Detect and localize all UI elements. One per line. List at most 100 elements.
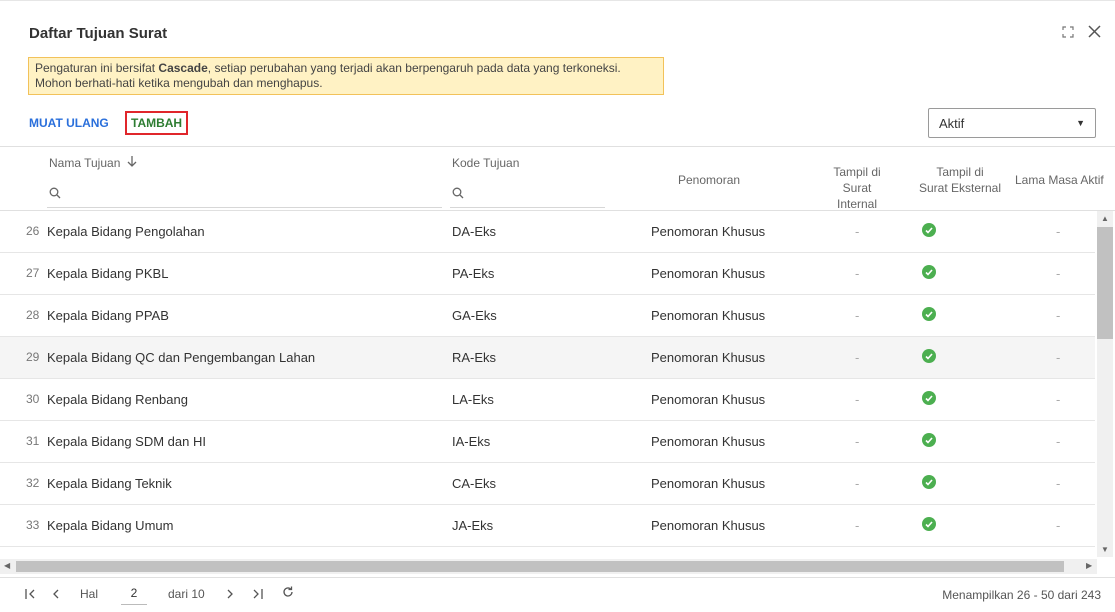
check-circle-icon xyxy=(922,433,936,447)
warning-text-post: , setiap perubahan yang terjadi akan ber… xyxy=(207,61,621,75)
table-row[interactable]: 27 Kepala Bidang PKBL PA-Eks Penomoran K… xyxy=(0,253,1095,295)
row-number: 26 xyxy=(26,224,40,238)
row-duration: - xyxy=(1056,392,1061,407)
row-code: CA-Eks xyxy=(452,476,497,491)
cascade-warning: Pengaturan ini bersifat Cascade, setiap … xyxy=(28,57,664,95)
row-internal: - xyxy=(855,224,860,239)
search-icon xyxy=(49,187,61,202)
first-page-icon[interactable] xyxy=(25,588,35,602)
page-number-input[interactable]: 2 xyxy=(121,582,147,605)
name-filter-input[interactable] xyxy=(47,180,442,208)
row-internal: - xyxy=(855,476,860,491)
check-circle-icon xyxy=(922,223,936,237)
row-duration: - xyxy=(1056,350,1061,365)
column-duration-header[interactable]: Lama Masa Aktif xyxy=(1015,173,1104,187)
close-icon[interactable] xyxy=(1088,25,1101,43)
horizontal-scroll-thumb[interactable] xyxy=(16,561,1064,572)
row-name: Kepala Bidang PPAB xyxy=(47,308,169,323)
check-circle-icon xyxy=(922,349,936,363)
pagination-summary: Menampilkan 26 - 50 dari 243 xyxy=(942,588,1101,602)
row-name: Kepala Bidang SDM dan HI xyxy=(47,434,206,449)
table-header: Nama Tujuan Kode Tujuan Penomoran Tampil… xyxy=(0,146,1115,211)
scroll-right-icon[interactable]: ▶ xyxy=(1086,561,1092,570)
pagination-bar: Hal 2 dari 10 Menampilkan 26 - 50 dari 2… xyxy=(0,577,1115,612)
row-duration: - xyxy=(1056,434,1061,449)
table-row[interactable]: 28 Kepala Bidang PPAB GA-Eks Penomoran K… xyxy=(0,295,1095,337)
row-internal: - xyxy=(855,266,860,281)
status-select[interactable]: Aktif ▼ xyxy=(928,108,1096,138)
row-numbering: Penomoran Khusus xyxy=(651,308,766,323)
window-controls xyxy=(1062,25,1101,43)
next-page-icon[interactable] xyxy=(226,588,234,602)
column-external-label-1: Tampil di xyxy=(936,165,984,179)
row-code: LA-Eks xyxy=(452,392,494,407)
column-external-header[interactable]: Tampil di Surat Eksternal xyxy=(910,164,1010,196)
column-internal-header[interactable]: Tampil di Surat Internal xyxy=(822,164,892,212)
row-internal: - xyxy=(855,392,860,407)
last-page-icon[interactable] xyxy=(253,588,263,602)
column-internal-label-1: Tampil di xyxy=(833,165,881,179)
row-name: Kepala Bidang PKBL xyxy=(47,266,169,281)
vertical-scroll-thumb[interactable] xyxy=(1097,227,1113,339)
code-filter-input[interactable] xyxy=(450,180,605,208)
reload-button[interactable]: MUAT ULANG xyxy=(29,116,109,130)
row-name: Kepala Bidang Umum xyxy=(47,518,174,533)
prev-page-icon[interactable] xyxy=(52,588,60,602)
warning-text-line2: Mohon berhati-hati ketika mengubah dan m… xyxy=(35,76,323,90)
table-row[interactable]: 32 Kepala Bidang Teknik CA-Eks Penomoran… xyxy=(0,463,1095,505)
row-code: PA-Eks xyxy=(452,266,495,281)
row-numbering: Penomoran Khusus xyxy=(651,350,766,365)
row-internal: - xyxy=(855,308,860,323)
row-numbering: Penomoran Khusus xyxy=(651,518,766,533)
check-circle-icon xyxy=(922,475,936,489)
row-duration: - xyxy=(1056,308,1061,323)
row-number: 27 xyxy=(26,266,40,280)
row-numbering: Penomoran Khusus xyxy=(651,266,766,281)
scroll-down-icon[interactable]: ▼ xyxy=(1101,545,1109,554)
row-number: 29 xyxy=(26,350,40,364)
caret-down-icon: ▼ xyxy=(1076,118,1085,128)
table-row[interactable]: 33 Kepala Bidang Umum JA-Eks Penomoran K… xyxy=(0,505,1095,547)
row-code: IA-Eks xyxy=(452,434,491,449)
check-circle-icon xyxy=(922,265,936,279)
row-number: 31 xyxy=(26,434,40,448)
row-number: 32 xyxy=(26,476,40,490)
row-internal: - xyxy=(855,434,860,449)
check-circle-icon xyxy=(922,517,936,531)
row-number: 30 xyxy=(26,392,40,406)
column-name-label: Nama Tujuan xyxy=(49,156,121,170)
scroll-left-icon[interactable]: ◀ xyxy=(4,561,10,570)
row-code: GA-Eks xyxy=(452,308,497,323)
warning-text-pre: Pengaturan ini bersifat xyxy=(35,61,159,75)
row-numbering: Penomoran Khusus xyxy=(651,224,766,239)
vertical-scrollbar[interactable]: ▲ ▼ xyxy=(1097,211,1113,557)
warning-text-bold: Cascade xyxy=(158,61,208,75)
tujuan-surat-dialog: Daftar Tujuan Surat Pengaturan ini bersi… xyxy=(0,0,1115,610)
table-row[interactable]: 29 Kepala Bidang QC dan Pengembangan Lah… xyxy=(0,337,1095,379)
dialog-title: Daftar Tujuan Surat xyxy=(29,25,168,42)
column-numbering-header[interactable]: Penomoran xyxy=(678,173,740,187)
status-select-value: Aktif xyxy=(939,116,965,131)
refresh-icon[interactable] xyxy=(282,586,294,601)
row-duration: - xyxy=(1056,266,1061,281)
column-name-header[interactable]: Nama Tujuan xyxy=(49,156,137,170)
row-numbering: Penomoran Khusus xyxy=(651,392,766,407)
column-external-label-2: Surat Eksternal xyxy=(918,181,1002,195)
horizontal-scrollbar[interactable]: ◀ ▶ xyxy=(0,559,1097,574)
row-numbering: Penomoran Khusus xyxy=(651,476,766,491)
table-row[interactable]: 31 Kepala Bidang SDM dan HI IA-Eks Penom… xyxy=(0,421,1095,463)
column-code-header[interactable]: Kode Tujuan xyxy=(452,156,519,170)
row-code: RA-Eks xyxy=(452,350,497,365)
row-duration: - xyxy=(1056,224,1061,239)
fullscreen-icon[interactable] xyxy=(1062,25,1074,43)
row-internal: - xyxy=(855,518,860,533)
table-row[interactable]: 26 Kepala Bidang Pengolahan DA-Eks Penom… xyxy=(0,211,1095,253)
scroll-up-icon[interactable]: ▲ xyxy=(1101,214,1109,223)
page-total-label: dari 10 xyxy=(168,587,205,601)
add-button[interactable]: TAMBAH xyxy=(125,111,189,135)
row-name: Kepala Bidang Pengolahan xyxy=(47,224,205,239)
row-name: Kepala Bidang QC dan Pengembangan Lahan xyxy=(47,350,316,365)
row-duration: - xyxy=(1056,476,1061,491)
table-row[interactable]: 30 Kepala Bidang Renbang LA-Eks Penomora… xyxy=(0,379,1095,421)
sort-down-icon xyxy=(127,156,137,170)
